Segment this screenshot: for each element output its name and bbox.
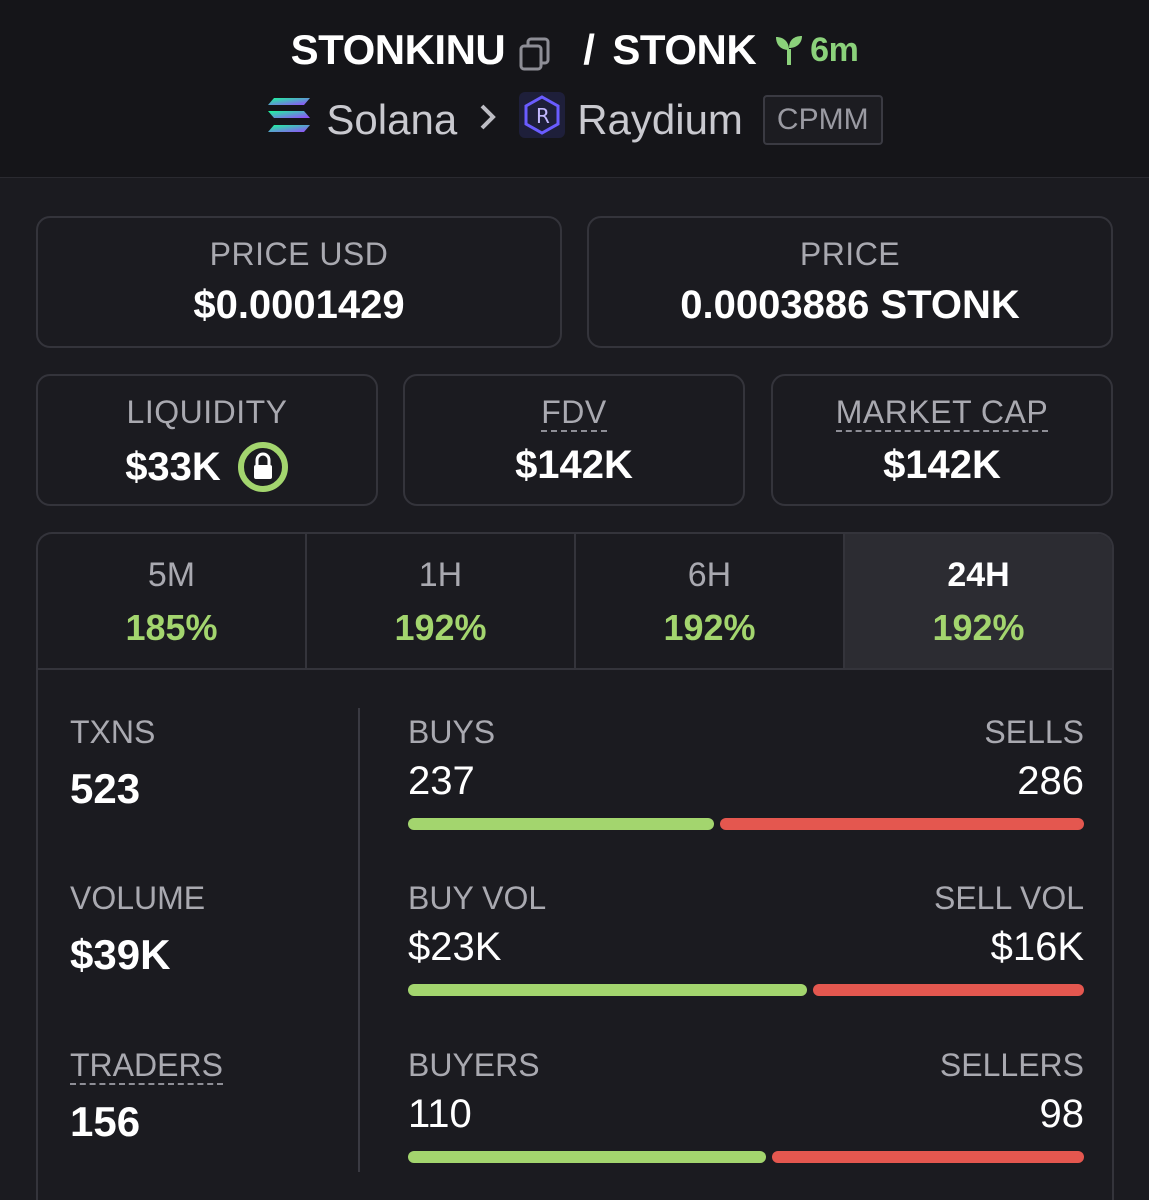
volume-label: VOLUME [70, 880, 206, 916]
tab-label: 1H [418, 556, 463, 594]
price-card: PRICE 0.0003886 STONK [587, 216, 1113, 348]
txns-value: 523 [70, 765, 141, 812]
traders-value: 156 [70, 1098, 141, 1145]
token-name: STONKINU [290, 26, 506, 73]
tab-5m[interactable]: 5M 185% [38, 534, 307, 668]
volume-stat: VOLUME $39K [70, 880, 205, 979]
tab-change: 192% [663, 607, 756, 648]
tab-1h[interactable]: 1H 192% [307, 534, 576, 668]
pair-header: STONKINU / STONK 6m Solana R Raydium CPM… [0, 0, 1149, 178]
buyers-sellers-bar [408, 1151, 1084, 1163]
svg-text:R: R [536, 104, 550, 128]
sellers-bar [771, 1151, 1084, 1163]
liquidity-value: $33K [125, 444, 221, 489]
txns-label: TXNS [70, 714, 156, 750]
buys-bar [408, 818, 715, 830]
chain-row: Solana R Raydium CPMM [0, 92, 1149, 148]
volume-split-stat: BUY VOL SELL VOL $23K $16K [408, 880, 1084, 996]
tab-label: 5M [147, 556, 196, 594]
sell-vol-value: $16K [990, 925, 1084, 969]
raydium-icon: R [519, 92, 566, 148]
market-cap-card: MARKET CAP $142K [771, 374, 1113, 506]
txns-stat: TXNS 523 [70, 714, 155, 813]
fdv-card: FDV $142K [403, 374, 745, 506]
buys-sells-stat: BUYS SELLS 237 286 [408, 714, 1084, 830]
tab-label: 24H [947, 556, 1010, 594]
pair-separator: / [583, 26, 595, 73]
chain-name[interactable]: Solana [326, 96, 457, 144]
age-text: 6m [810, 30, 859, 69]
buy-vol-value: $23K [408, 925, 502, 969]
buyers-bar [408, 1151, 766, 1163]
pair-age: 6m [774, 30, 859, 70]
buy-vol-label: BUY VOL [408, 880, 547, 916]
market-cap-label[interactable]: MARKET CAP [835, 394, 1049, 432]
pool-type-badge: CPMM [762, 95, 883, 145]
buys-value: 237 [408, 759, 475, 803]
sellers-label: SELLERS [939, 1047, 1084, 1083]
fdv-value: $142K [515, 443, 633, 487]
traders-label[interactable]: TRADERS [70, 1047, 223, 1085]
tab-change: 192% [932, 607, 1025, 648]
price-usd-value: $0.0001429 [193, 283, 405, 327]
timeframe-tabs: 5M 185% 1H 192% 6H 192% 24H 192% [36, 532, 1114, 668]
chevron-right-icon [479, 101, 497, 140]
price-value: 0.0003886 STONK [680, 283, 1020, 327]
sells-label: SELLS [984, 714, 1084, 750]
solana-icon [266, 96, 312, 144]
dex-name[interactable]: Raydium [577, 96, 743, 144]
buy-vol-bar [408, 984, 807, 996]
buys-sells-bar [408, 818, 1084, 830]
sell-vol-bar [812, 984, 1084, 996]
buys-label: BUYS [408, 714, 496, 750]
fdv-label[interactable]: FDV [541, 394, 607, 432]
price-usd-label: PRICE USD [209, 236, 389, 272]
liquidity-card: LIQUIDITY $33K [36, 374, 378, 506]
market-cap-value: $142K [883, 443, 1001, 487]
stats-panel: TXNS 523 VOLUME $39K TRADERS 156 BUYS SE… [36, 668, 1114, 1200]
liquidity-label: LIQUIDITY [126, 394, 288, 430]
price-usd-card: PRICE USD $0.0001429 [36, 216, 562, 348]
buyers-label: BUYERS [408, 1047, 540, 1083]
tab-24h[interactable]: 24H 192% [845, 534, 1112, 668]
seedling-icon [776, 36, 803, 65]
sells-value: 286 [1017, 759, 1084, 803]
tab-6h[interactable]: 6H 192% [576, 534, 845, 668]
price-label: PRICE [799, 236, 901, 272]
sell-vol-label: SELL VOL [933, 880, 1084, 916]
buyers-value: 110 [408, 1092, 472, 1136]
volume-split-bar [408, 984, 1084, 996]
tab-change: 192% [394, 607, 487, 648]
stats-divider [358, 708, 360, 1172]
traders-stat: TRADERS 156 [70, 1047, 223, 1146]
pair-title-row: STONKINU / STONK 6m [0, 26, 1149, 74]
tab-label: 6H [687, 556, 732, 594]
tab-change: 185% [125, 607, 218, 648]
sells-bar [720, 818, 1084, 830]
buyers-sellers-stat: BUYERS SELLERS 110 98 [408, 1047, 1084, 1163]
lock-icon[interactable] [237, 441, 289, 493]
volume-value: $39K [70, 931, 171, 978]
copy-icon[interactable] [519, 33, 551, 71]
quote-symbol: STONK [612, 26, 757, 73]
sellers-value: 98 [1039, 1092, 1085, 1136]
